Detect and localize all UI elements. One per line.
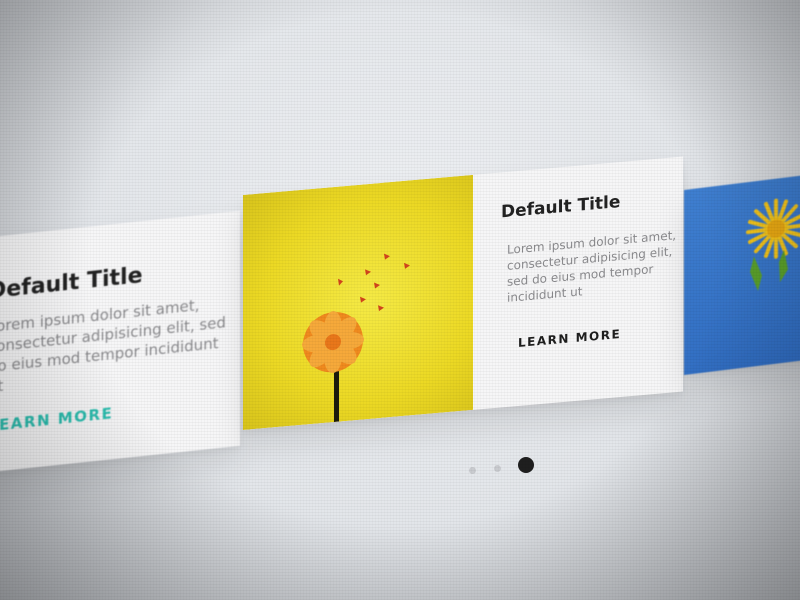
pagination-dot-1[interactable] bbox=[469, 467, 476, 474]
dandelion-leaves bbox=[750, 249, 788, 291]
card-description: Lorem ipsum dolor sit amet, consectetur … bbox=[507, 228, 677, 305]
learn-more-link[interactable]: LEARN MORE bbox=[518, 327, 621, 350]
dandelion-image bbox=[746, 198, 800, 291]
flying-seeds bbox=[338, 253, 410, 312]
card-description: Lorem ipsum dolor sit amet, consectetur … bbox=[0, 296, 226, 397]
carousel-card-left: Default Title Lorem ipsum dolor sit amet… bbox=[0, 210, 240, 475]
pagination-dot-3-active[interactable] bbox=[518, 457, 534, 473]
carousel-card-active: Default Title Lorem ipsum dolor sit amet… bbox=[243, 156, 683, 430]
flower-head bbox=[302, 311, 364, 374]
card-title: Default Title bbox=[0, 263, 143, 305]
dandelion-flower bbox=[746, 198, 800, 259]
pagination-dot-2[interactable] bbox=[494, 465, 501, 472]
learn-more-link[interactable]: LEARN MORE bbox=[0, 404, 113, 435]
carousel-card-right bbox=[684, 172, 800, 375]
card-image bbox=[243, 174, 473, 430]
card-title: Default Title bbox=[501, 191, 621, 223]
lollipop-flower-image bbox=[302, 253, 410, 423]
card-content: Default Title Lorem ipsum dolor sit amet… bbox=[473, 157, 683, 410]
